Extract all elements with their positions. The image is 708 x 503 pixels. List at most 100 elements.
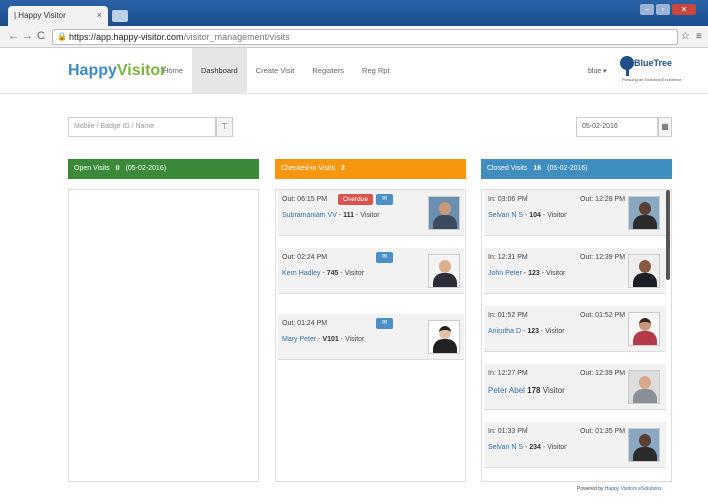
open-visits-label: Open Visits [74, 165, 110, 172]
visit-card[interactable]: In: 12:27 PM Out: 12:39 PM Peter Abel 17… [484, 364, 666, 410]
badge-id: 234 [529, 444, 541, 451]
visitor-info: Anirutha D - 123 - Visitor [488, 328, 565, 335]
tab-strip: | Happy Visitor × – ▫ ✕ [0, 0, 708, 26]
visitor-name[interactable]: Kern Hadley [282, 270, 321, 277]
lock-icon: 🔒 [57, 32, 67, 41]
close-tab-icon[interactable]: × [97, 10, 102, 20]
badge-id: 178 [527, 386, 541, 395]
visitor-photo [628, 196, 660, 230]
out-time: Out: 12:39 PM [580, 370, 626, 377]
visitor-name[interactable]: Peter Abel [488, 386, 525, 395]
badge-id: 104 [529, 212, 541, 219]
url-input[interactable]: 🔒 https://app.happy-visitor.com/visitor_… [52, 29, 678, 45]
visitor-info: Selvan N S - 104 - Visitor [488, 212, 567, 219]
overdue-badge: Overdue [338, 194, 373, 205]
calendar-icon[interactable]: ▦ [658, 117, 672, 137]
bluetree-logo: BlueTree Pursuing an Evolution Excellenc… [620, 56, 681, 86]
visit-card[interactable]: In: 03:06 PM Out: 12:28 PM Selvan N S - … [484, 190, 666, 236]
message-icon[interactable]: ✉ [376, 252, 393, 263]
url-host: https://app.happy-visitor.com [69, 32, 184, 42]
back-icon[interactable]: ← [8, 30, 19, 42]
happy-visitor-logo[interactable]: HappyVisitor [68, 62, 166, 80]
open-visits-date: (05-02-2016) [125, 165, 167, 172]
visitor-name[interactable]: Anirutha D [488, 328, 521, 335]
search-input[interactable]: Mobile / Badge ID / Name [68, 117, 216, 137]
in-time: In: 01:33 PM [488, 428, 528, 435]
visit-card[interactable]: In: 12:31 PM Out: 12:39 PM John Peter - … [484, 248, 666, 294]
visitor-info: Subramaniam VV - 111 - Visitor [282, 212, 380, 219]
powered-by-label: Powered by [577, 486, 604, 492]
maximize-icon[interactable]: ▫ [656, 4, 670, 15]
badge-id: 111 [343, 212, 355, 219]
user-menu[interactable]: blue ▾ [588, 67, 607, 75]
visit-card[interactable]: In: 01:33 PM Out: 01:35 PM Selvan N S - … [484, 422, 666, 468]
out-time: Out: 06:15 PM [282, 196, 328, 203]
footer: Powered by Happy Visitors eSolutions [577, 486, 662, 492]
visitor-info: John Peter - 123 - Visitor [488, 270, 566, 277]
star-icon[interactable]: ☆ [681, 31, 690, 42]
browser-tab[interactable]: | Happy Visitor × [8, 6, 108, 26]
nav-reg-rpt[interactable]: Reg Rpt [353, 48, 399, 94]
main-nav: Home Dashboard Create Visit Registers Re… [154, 48, 399, 94]
out-time: Out: 01:24 PM [282, 320, 328, 327]
visitor-name[interactable]: Selvan N S [488, 212, 523, 219]
visitor-name[interactable]: Mary Peter [282, 336, 316, 343]
visit-card[interactable]: Out: 02:24 PM ✉ Kern Hadley - 745 - Visi… [278, 248, 464, 294]
visitor-photo [428, 254, 460, 288]
new-tab-button[interactable] [112, 10, 128, 22]
closed-visits-date: (05-02-2016) [547, 165, 588, 172]
message-icon[interactable]: ✉ [376, 194, 393, 205]
app-header: HappyVisitor Home Dashboard Create Visit… [0, 48, 708, 94]
open-visits-header: Open Visits 0 (05-02-2016) [68, 159, 259, 179]
visitor-type: Visitor [345, 336, 365, 343]
browser-window: | Happy Visitor × – ▫ ✕ ← → C 🔒 https://… [0, 0, 708, 503]
out-time: Out: 01:52 PM [580, 312, 626, 319]
brand-tagline: Pursuing an Evolution Excellence [622, 77, 682, 82]
in-time: In: 01:52 PM [488, 312, 528, 319]
brand-name: BlueTree [634, 58, 673, 68]
address-bar-row: ← → C 🔒 https://app.happy-visitor.com/vi… [0, 26, 708, 48]
reload-icon[interactable]: C [37, 30, 45, 42]
in-time: In: 12:27 PM [488, 370, 528, 377]
checked-in-label: Checked-in Visits [281, 165, 335, 172]
menu-icon[interactable]: ≡ [696, 31, 702, 42]
nav-home[interactable]: Home [154, 48, 192, 94]
in-time: In: 03:06 PM [488, 196, 528, 203]
visitor-photo [628, 254, 660, 288]
visit-card[interactable]: Out: 01:24 PM ✉ Mary Peter - V101 - Visi… [278, 314, 464, 360]
badge-id: 123 [528, 270, 540, 277]
date-input[interactable]: 05-02-2016 [576, 117, 658, 137]
visitor-info: Peter Abel 178 Visitor [488, 386, 565, 395]
forward-icon[interactable]: → [22, 30, 33, 42]
out-time: Out: 02:24 PM [282, 254, 328, 261]
nav-registers[interactable]: Registers [303, 48, 353, 94]
checked-in-list: Out: 06:15 PM Overdue ✉ Subramaniam VV -… [275, 189, 466, 482]
visit-card[interactable]: In: 01:52 PM Out: 01:52 PM Anirutha D - … [484, 306, 666, 352]
badge-id: 123 [527, 328, 539, 335]
logo-happy-text: Happy [68, 62, 117, 79]
nav-create-visit[interactable]: Create Visit [247, 48, 304, 94]
visitor-name[interactable]: Subramaniam VV [282, 212, 337, 219]
filter-icon[interactable]: ⊤ [216, 117, 233, 137]
visitor-name[interactable]: John Peter [488, 270, 522, 277]
badge-id: 745 [326, 270, 339, 277]
visitor-type: Visitor [545, 328, 565, 335]
open-visits-list [68, 189, 259, 482]
in-time: In: 12:31 PM [488, 254, 528, 261]
visitor-photo [628, 370, 660, 404]
message-icon[interactable]: ✉ [376, 318, 393, 329]
minimize-icon[interactable]: – [640, 4, 654, 15]
tab-title: | Happy Visitor [14, 11, 66, 20]
badge-id: V101 [322, 336, 339, 343]
closed-visits-scrollbar[interactable] [666, 190, 670, 280]
close-window-icon[interactable]: ✕ [672, 4, 696, 15]
visit-card[interactable]: Out: 06:15 PM Overdue ✉ Subramaniam VV -… [278, 190, 464, 236]
company-link[interactable]: Happy Visitors eSolutions [605, 486, 662, 492]
nav-dashboard[interactable]: Dashboard [192, 48, 247, 94]
out-time: Out: 12:39 PM [580, 254, 626, 261]
visitor-type: Visitor [547, 212, 567, 219]
out-time: Out: 12:28 PM [580, 196, 626, 203]
closed-visits-count: 16 [533, 165, 542, 172]
visitor-name[interactable]: Selvan N S [488, 444, 523, 451]
visitor-info: Selvan N S - 234 - Visitor [488, 444, 567, 451]
